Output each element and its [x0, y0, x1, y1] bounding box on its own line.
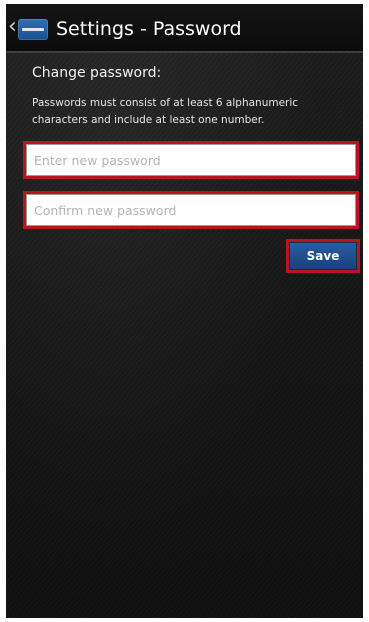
chevron-left-icon[interactable]: ‹	[8, 16, 17, 38]
confirm-password-field-highlight	[23, 191, 359, 229]
new-password-field-highlight	[23, 141, 359, 179]
app-logo-icon[interactable]	[18, 19, 48, 40]
new-password-input[interactable]	[26, 144, 356, 176]
section-heading: Change password:	[32, 65, 162, 81]
page-title: Settings - Password	[56, 18, 242, 40]
logo-stripe	[22, 28, 44, 31]
save-button-highlight: Save	[286, 239, 360, 273]
confirm-password-input[interactable]	[26, 194, 356, 226]
settings-password-screen: ‹ Settings - Password Change password: P…	[6, 4, 363, 618]
password-requirements-text: Passwords must consist of at least 6 alp…	[32, 97, 299, 126]
save-button[interactable]: Save	[289, 242, 357, 270]
action-bar: ‹ Settings - Password	[6, 4, 363, 53]
